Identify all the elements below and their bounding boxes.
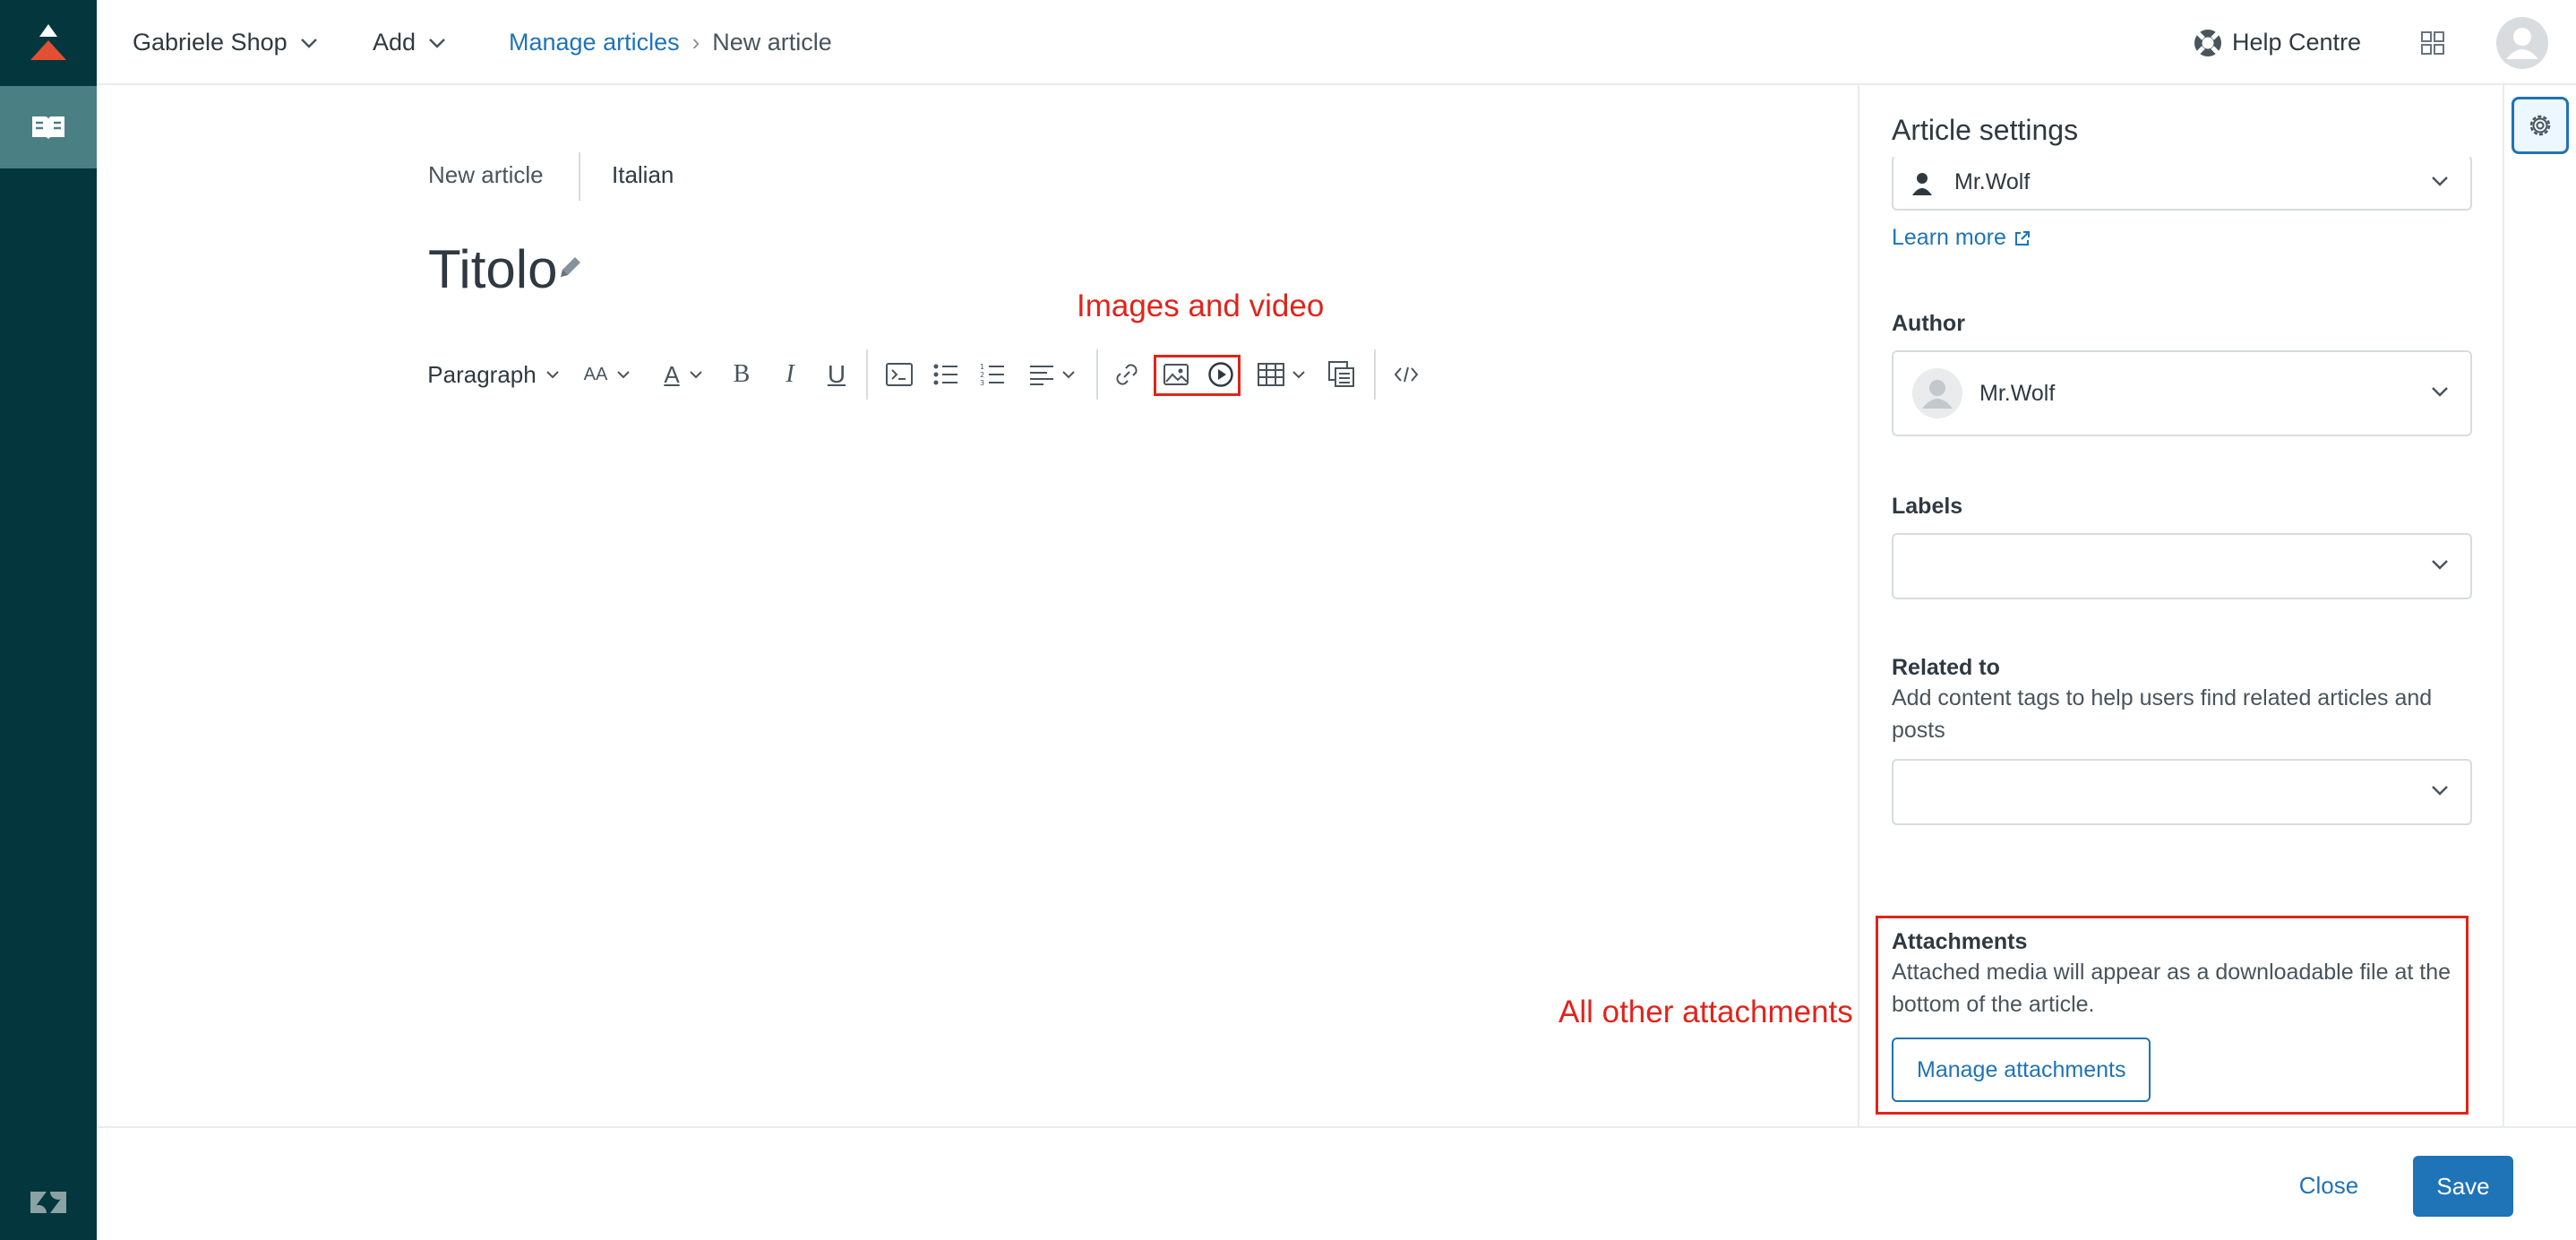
brand-menu[interactable]: Gabriele Shop (133, 0, 318, 85)
top-bar: Gabriele Shop Add Manage articles › New … (97, 0, 2576, 85)
tab-new-article[interactable]: New article (428, 161, 544, 189)
toolbar-divider (1096, 349, 1098, 400)
labels-select[interactable] (1892, 533, 2472, 599)
avatar (1912, 368, 1962, 418)
chevron-down-icon (300, 38, 317, 48)
external-link-icon (2014, 230, 2030, 245)
related-hint: Add content tags to help users find rela… (1892, 685, 2433, 743)
panel-title: Article settings (1892, 114, 2079, 146)
underline-label: U (827, 360, 846, 388)
numbered-list-icon[interactable]: 123 (975, 357, 1010, 392)
chevron-down-icon (689, 371, 702, 379)
user-avatar-icon[interactable] (2494, 0, 2551, 85)
toolbar-divider (1374, 349, 1376, 400)
svg-text:3: 3 (980, 379, 984, 386)
add-menu-label: Add (373, 29, 416, 56)
text-color-dropdown[interactable]: A (654, 357, 713, 392)
apps-grid-icon[interactable] (2415, 0, 2451, 85)
chevron-down-icon (429, 38, 445, 48)
link-icon[interactable] (1109, 357, 1145, 392)
code-block-icon[interactable] (881, 357, 917, 392)
bullet-list-icon[interactable] (928, 357, 964, 392)
svg-text:2: 2 (980, 371, 984, 379)
knowledge-book-icon[interactable] (0, 86, 97, 168)
chevron-down-icon (545, 371, 559, 379)
font-size-dropdown[interactable]: AA (579, 357, 636, 392)
align-dropdown[interactable] (1021, 357, 1084, 392)
footer-bar (97, 1126, 2576, 1240)
image-icon[interactable] (1159, 357, 1193, 392)
table-icon (1258, 363, 1284, 386)
add-menu[interactable]: Add (373, 0, 446, 85)
annotation-images-and-video: Images and video (1077, 288, 1325, 323)
article-title[interactable]: Titolo (428, 238, 558, 300)
author-select[interactable]: Mr.Wolf (1892, 350, 2472, 436)
breadcrumb-manage-articles[interactable]: Manage articles (509, 29, 680, 56)
help-centre-label: Help Centre (2232, 29, 2362, 56)
svg-text:1: 1 (980, 363, 984, 371)
chevron-down-icon (2432, 387, 2448, 397)
breadcrumb: Manage articles › New article (509, 0, 832, 85)
help-centre-link[interactable]: Help Centre (2193, 0, 2361, 85)
learn-more-link[interactable]: Learn more (1892, 225, 2031, 251)
tab-divider (579, 152, 580, 201)
chevron-down-icon (617, 371, 631, 379)
save-button[interactable]: Save (2413, 1156, 2513, 1217)
italic-button[interactable]: I (776, 357, 804, 392)
chevron-down-icon (1292, 371, 1305, 379)
paragraph-dropdown[interactable]: Paragraph (426, 357, 561, 392)
underline-button[interactable]: U (822, 357, 851, 392)
pencil-icon[interactable] (557, 254, 584, 280)
italic-label: I (786, 360, 794, 388)
related-select[interactable] (1892, 759, 2472, 825)
settings-column (2503, 85, 2576, 1126)
user-icon (1912, 173, 1932, 195)
author-value: Mr.Wolf (1979, 381, 2056, 406)
left-rail (0, 0, 97, 1240)
labels-label: Labels (1892, 494, 1963, 519)
learn-more-label: Learn more (1892, 225, 2006, 250)
author-label: Author (1892, 311, 1965, 336)
owner-value: Mr.Wolf (1954, 169, 2031, 194)
help-lifebuoy-icon (2194, 29, 2221, 56)
paragraph-label: Paragraph (427, 360, 537, 388)
chevron-down-icon (2432, 560, 2448, 570)
zendesk-logo-icon[interactable] (0, 1165, 97, 1240)
align-icon (1030, 366, 1053, 385)
source-code-icon[interactable] (1388, 357, 1424, 392)
font-size-label: AA (583, 364, 608, 384)
chevron-down-icon (1062, 371, 1075, 379)
chevron-down-icon (2432, 786, 2448, 796)
breadcrumb-current: New article (712, 29, 832, 56)
attachments-highlight (1876, 916, 2469, 1115)
table-dropdown[interactable] (1252, 357, 1311, 392)
toolbar-divider (866, 349, 868, 400)
owner-select[interactable]: Mr.Wolf (1892, 155, 2472, 211)
brand-menu-label: Gabriele Shop (133, 29, 288, 56)
blocks-icon[interactable] (1324, 357, 1360, 392)
product-logo-icon[interactable] (0, 0, 97, 84)
bold-label: B (733, 360, 751, 388)
tab-italian[interactable]: Italian (612, 161, 674, 189)
video-play-icon[interactable] (1204, 357, 1238, 392)
related-label: Related to (1892, 655, 2000, 680)
bold-button[interactable]: B (727, 357, 756, 392)
close-button[interactable]: Close (2275, 1156, 2383, 1215)
annotation-all-other-attachments: All other attachments (1558, 995, 1853, 1029)
gear-icon[interactable] (2512, 97, 2569, 154)
chevron-down-icon (2432, 177, 2448, 186)
text-color-label: A (664, 360, 680, 388)
breadcrumb-separator: › (691, 29, 700, 56)
